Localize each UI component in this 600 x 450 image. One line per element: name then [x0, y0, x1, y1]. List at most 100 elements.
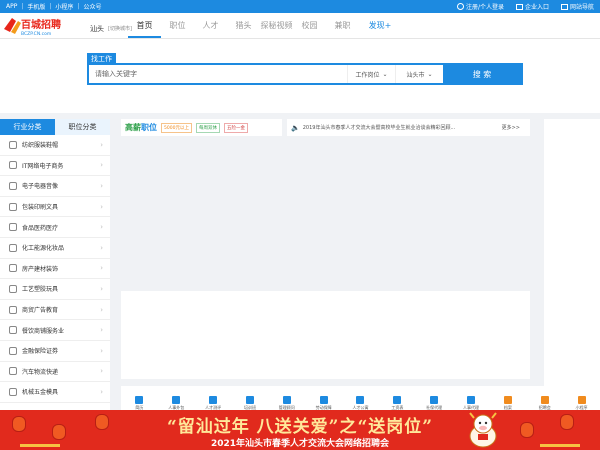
category-label: 食品医药医疗 [22, 224, 59, 232]
services-bar: 简历 人事外包 人才测评 培训班 管理顾问 劳动保障 人才公寓 工资表 社保代理 人事代理 档案 招聘… [121, 386, 600, 410]
category-item[interactable]: 房产建材装饰 › [0, 259, 110, 280]
service-item[interactable]: 档案 [502, 396, 514, 411]
service-icon [245, 396, 254, 404]
tag-weekend[interactable]: 每周双休 [195, 122, 220, 133]
chip-icon [9, 181, 17, 190]
search-button[interactable]: 搜 索 [443, 65, 521, 83]
briefcase-icon [515, 3, 523, 10]
car-icon [9, 367, 17, 376]
lantern-icon [520, 422, 534, 438]
service-icon [135, 396, 144, 404]
right-side-panel [544, 119, 600, 394]
service-item[interactable]: 社保代理 [426, 396, 442, 411]
service-icon [467, 396, 476, 404]
service-item[interactable]: 人才测评 [205, 396, 221, 411]
service-item[interactable]: 管理顾问 [279, 396, 295, 411]
service-icon [503, 396, 512, 404]
nav-item[interactable]: 人才 [194, 20, 227, 38]
category-item[interactable]: 食品医药医疗 › [0, 217, 110, 238]
category-item[interactable]: 电子电器音像 › [0, 176, 110, 197]
category-item[interactable]: 机械五金模具 › [0, 382, 110, 403]
service-item[interactable]: 简历 [133, 396, 145, 411]
ox-mascot-icon [469, 412, 497, 448]
building-icon [9, 264, 17, 273]
top-right-link[interactable]: 注册/个人登录 [456, 2, 504, 11]
nav-item[interactable]: 职位 [161, 20, 194, 38]
category-item[interactable]: 商贸广告教育 › [0, 300, 110, 321]
gold-decoration [20, 444, 60, 447]
category-item[interactable]: 化工能源化妆品 › [0, 238, 110, 259]
finance-icon [9, 346, 17, 355]
service-item[interactable]: 工资表 [391, 396, 403, 411]
search-placeholder: 请输入关键字 [95, 70, 137, 78]
service-icon [393, 396, 402, 404]
service-item[interactable]: 培训班 [244, 396, 256, 411]
top-right-link[interactable]: 网站导航 [560, 2, 594, 11]
site-header: 百城招聘 BCZP.CN.com 汕头 [切换城市] 首页 职位 人才 猎头 探秘视频校… [0, 13, 600, 39]
shirt-icon [9, 140, 17, 149]
nav-item[interactable]: 探秘视频 [260, 20, 293, 38]
category-item[interactable]: 金融保险证券 › [0, 341, 110, 362]
top-link[interactable]: 手机版 [27, 2, 45, 11]
category-label: 包装印刷文具 [22, 204, 59, 212]
category-item[interactable]: IT网络电子商务 › [0, 156, 110, 177]
top-link[interactable]: 小程序 [55, 2, 73, 11]
category-item[interactable]: 包装印刷文具 › [0, 197, 110, 218]
logo-text: 百城招聘 [21, 18, 61, 31]
category-label: 房产建材装饰 [22, 265, 59, 273]
nav-item[interactable]: 兼职 [326, 20, 359, 38]
gold-decoration [540, 444, 580, 447]
service-item[interactable]: 人事代理 [463, 396, 479, 411]
promo-banner[interactable]: “留汕过年 八送关爱”之“送岗位” 2021年汕头市春季人才交流大会网络招聘会 [0, 410, 600, 450]
nav-item[interactable]: 首页 [128, 20, 161, 38]
category-item[interactable]: 餐饮商铺服务业 › [0, 320, 110, 341]
city-select[interactable]: 汕头市 ⌄ [395, 65, 443, 83]
position-select[interactable]: 工作岗位 ⌄ [347, 65, 395, 83]
category-label: IT网络电子商务 [22, 162, 64, 170]
lantern-icon [52, 424, 66, 440]
print-icon [9, 202, 17, 211]
service-icon [577, 396, 586, 404]
chevron-right-icon: › [100, 161, 103, 170]
lantern-icon [95, 414, 109, 430]
globe-icon [9, 161, 17, 170]
nav-item[interactable]: 发现+ [359, 20, 401, 38]
tag-salary[interactable]: 5000元以上 [161, 122, 192, 133]
service-item[interactable]: 劳动保障 [316, 396, 332, 411]
tab-position[interactable]: 职位分类 [55, 119, 110, 135]
top-right-link[interactable]: 企业入口 [515, 2, 549, 11]
category-item[interactable]: 纺织服装鞋帽 › [0, 135, 110, 156]
top-link[interactable]: 公众号 [83, 2, 101, 11]
nav-item[interactable]: 猎头 [227, 20, 260, 38]
service-item[interactable]: 小程序 [576, 396, 588, 411]
service-icon [356, 396, 365, 404]
notice-more-link[interactable]: 更多>> [502, 124, 520, 131]
top-right-link-label: 企业入口 [524, 4, 549, 11]
category-item[interactable]: 工艺塑胶玩具 › [0, 279, 110, 300]
store-icon [9, 326, 17, 335]
search-input[interactable]: 请输入关键字 [89, 69, 347, 79]
category-label: 纺织服装鞋帽 [22, 142, 59, 150]
chevron-right-icon: › [100, 387, 103, 396]
service-icon [172, 396, 181, 404]
high-salary-logo: 高薪职位 [125, 123, 157, 132]
category-item[interactable]: 汽车物流快递 › [0, 362, 110, 383]
service-item[interactable]: 招聘会 [539, 396, 551, 411]
chevron-right-icon: › [100, 181, 103, 190]
category-label: 商贸广告教育 [22, 307, 59, 315]
tab-industry[interactable]: 行业分类 [0, 119, 55, 135]
service-item[interactable]: 人事外包 [168, 396, 184, 411]
divider: | [49, 3, 52, 10]
tag-insurance[interactable]: 五险一金 [223, 122, 248, 133]
service-item[interactable]: 人才公寓 [352, 396, 368, 411]
notice-text[interactable]: 2019年汕头市春季人才交流大会暨高校毕业生就业洽谈会精彩回顾... [303, 124, 456, 131]
search-box: 请输入关键字 工作岗位 ⌄ 汕头市 ⌄ 搜 索 [87, 63, 523, 85]
category-label: 工艺塑胶玩具 [22, 286, 59, 294]
divider: | [21, 3, 24, 10]
top-link[interactable]: APP [6, 3, 17, 10]
nav-item[interactable]: 校园 [293, 20, 326, 38]
service-icon [282, 396, 291, 404]
site-logo[interactable]: 百城招聘 BCZP.CN.com [2, 15, 84, 37]
current-city: 汕头 [90, 25, 104, 33]
high-salary-strip[interactable]: 高薪职位 5000元以上 每周双休 五险一金 [121, 119, 282, 136]
